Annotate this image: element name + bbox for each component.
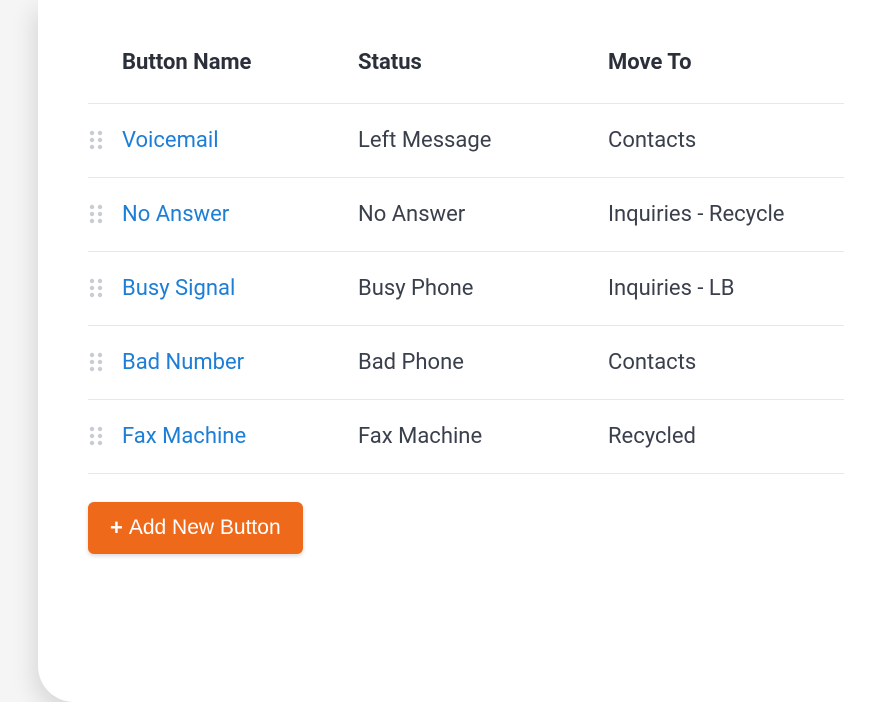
add-new-button[interactable]: + Add New Button — [88, 502, 303, 554]
drag-handle-icon[interactable] — [88, 425, 112, 449]
table-header-row: Button Name Status Move To — [88, 40, 844, 104]
header-button-name: Button Name — [122, 50, 251, 75]
drag-handle-icon[interactable] — [88, 203, 112, 227]
header-move-to: Move To — [608, 50, 691, 75]
header-status: Status — [358, 50, 422, 75]
status-cell: Fax Machine — [358, 424, 482, 449]
drag-handle-icon[interactable] — [88, 351, 112, 375]
button-name-link[interactable]: Busy Signal — [122, 276, 235, 301]
move-to-cell: Inquiries - LB — [608, 276, 735, 301]
button-name-link[interactable]: Fax Machine — [122, 424, 246, 449]
table-row: Fax Machine Fax Machine Recycled — [88, 400, 844, 474]
button-name-link[interactable]: Bad Number — [122, 350, 244, 375]
button-name-link[interactable]: No Answer — [122, 202, 229, 227]
status-cell: Left Message — [358, 128, 491, 153]
buttons-config-card: Button Name Status Move To Voicemail — [38, 0, 894, 702]
status-cell: Busy Phone — [358, 276, 473, 301]
button-name-link[interactable]: Voicemail — [122, 128, 219, 153]
status-cell: Bad Phone — [358, 350, 464, 375]
plus-icon: + — [110, 517, 123, 539]
add-new-button-label: Add New Button — [129, 516, 281, 540]
table-footer: + Add New Button — [88, 474, 844, 554]
buttons-table: Button Name Status Move To Voicemail — [88, 40, 844, 554]
move-to-cell: Inquiries - Recycle — [608, 202, 784, 227]
move-to-cell: Recycled — [608, 424, 696, 449]
move-to-cell: Contacts — [608, 128, 696, 153]
status-cell: No Answer — [358, 202, 465, 227]
table-row: No Answer No Answer Inquiries - Recycle — [88, 178, 844, 252]
table-row: Bad Number Bad Phone Contacts — [88, 326, 844, 400]
table-row: Busy Signal Busy Phone Inquiries - LB — [88, 252, 844, 326]
drag-handle-icon[interactable] — [88, 277, 112, 301]
drag-handle-icon[interactable] — [88, 129, 112, 153]
move-to-cell: Contacts — [608, 350, 696, 375]
table-row: Voicemail Left Message Contacts — [88, 104, 844, 178]
